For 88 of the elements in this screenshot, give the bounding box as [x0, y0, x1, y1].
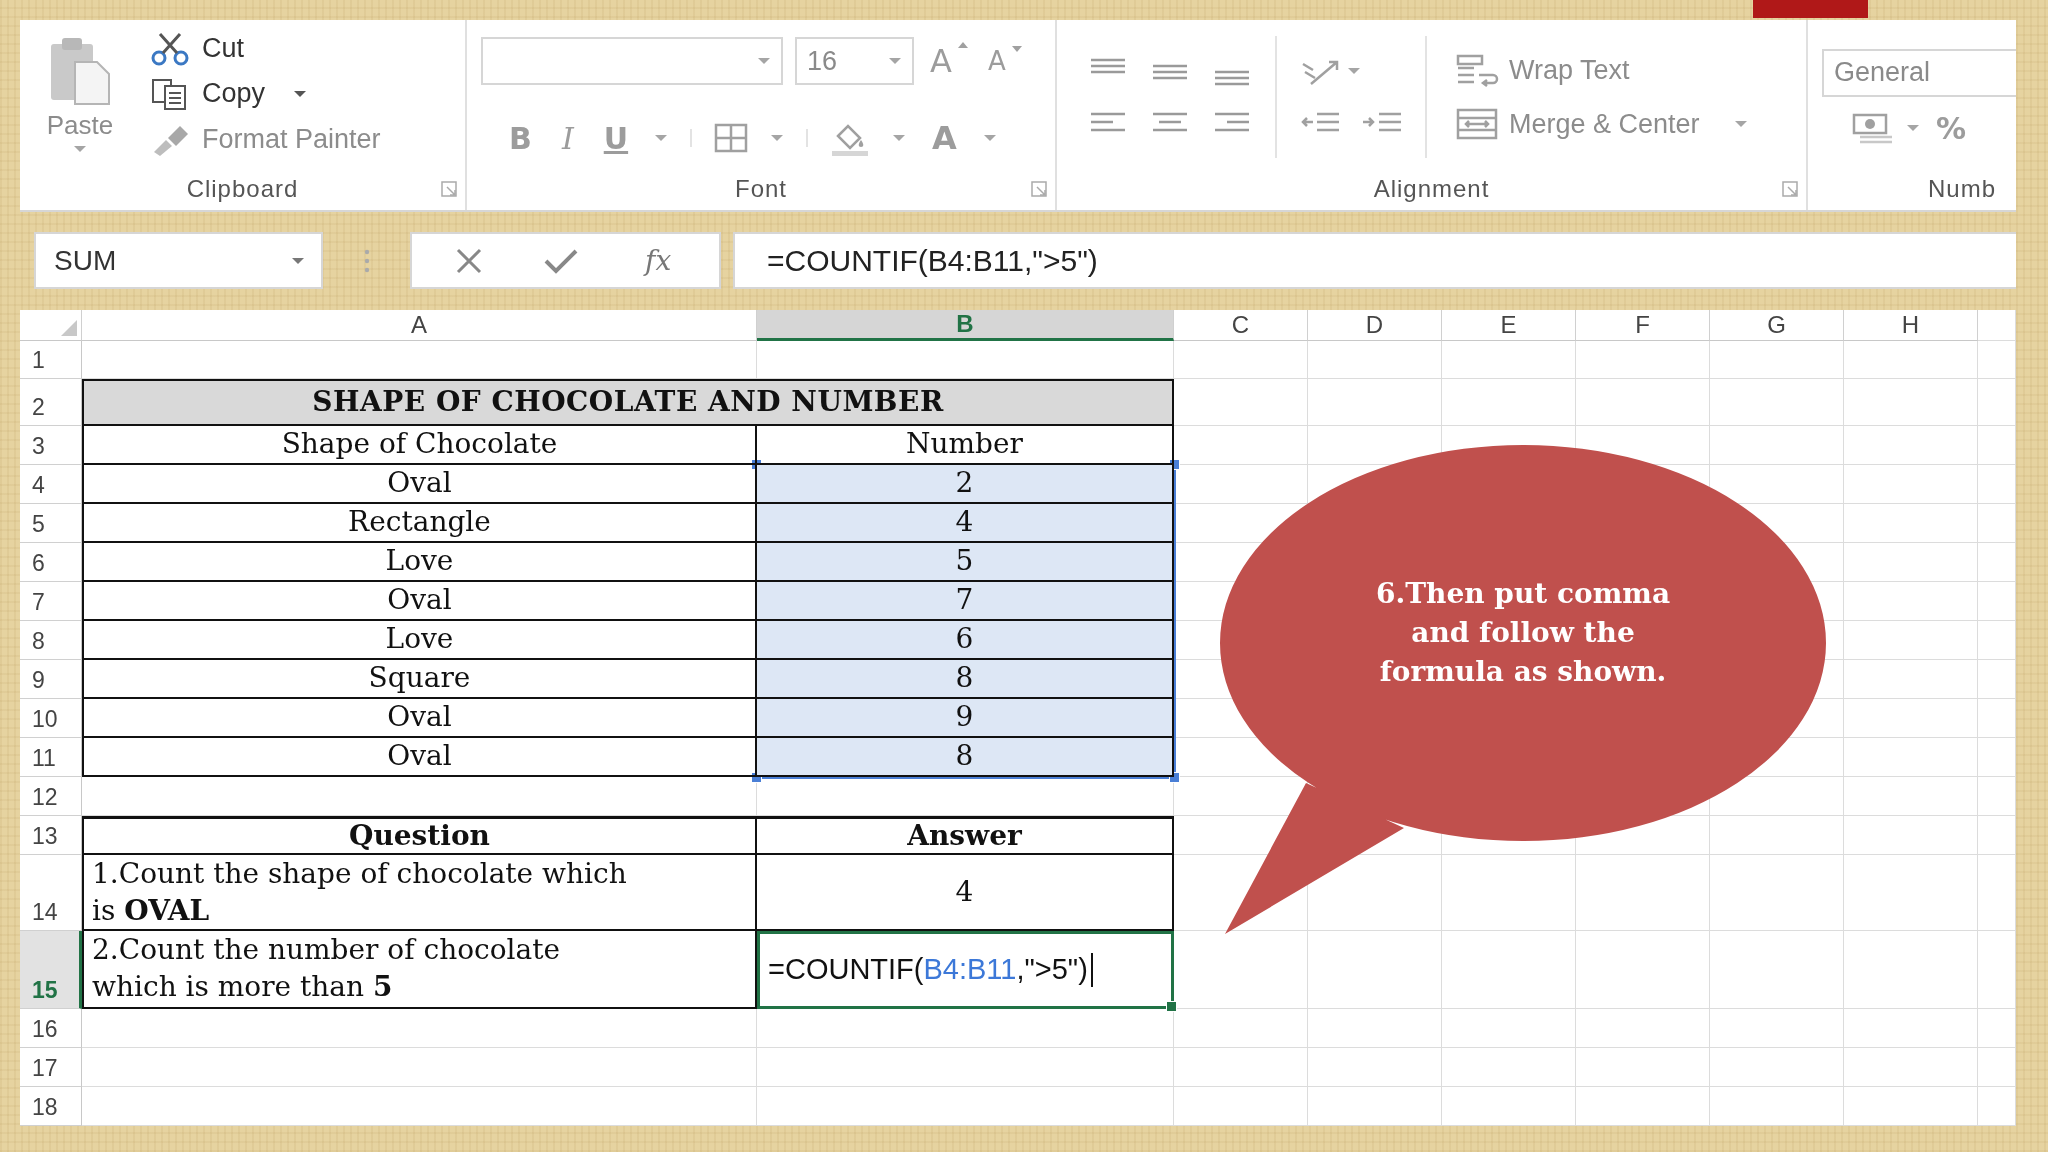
table-cell: 7 [757, 582, 1174, 621]
table-header: Shape of Chocolate [82, 426, 757, 465]
table-cell: 6 [757, 621, 1174, 660]
caret-icon [291, 256, 305, 265]
row-header[interactable]: 18 [20, 1087, 82, 1126]
group-label: Clipboard [186, 175, 299, 203]
caret-icon [293, 90, 308, 98]
group-label: Numb [1928, 175, 1997, 203]
row-header[interactable]: 12 [20, 777, 82, 816]
table-cell: Oval [82, 465, 757, 504]
column-header[interactable]: B [757, 310, 1174, 341]
row-header[interactable]: 5 [20, 504, 82, 543]
column-header[interactable]: H [1844, 310, 1978, 341]
table-cell: 2 [757, 465, 1174, 504]
table-cell: Square [82, 660, 757, 699]
row-header[interactable]: 8 [20, 621, 82, 660]
font-name-field[interactable] [481, 37, 783, 85]
table-cell: Oval [82, 699, 757, 738]
table-cell: 8 [757, 738, 1174, 777]
table-cell: Oval [82, 738, 757, 777]
caret-icon[interactable] [654, 134, 669, 142]
table-cell: 9 [757, 699, 1174, 738]
row-header[interactable]: 4 [20, 465, 82, 504]
column-header[interactable]: C [1174, 310, 1308, 341]
row-header[interactable]: 15 [20, 931, 82, 1009]
caret-icon[interactable] [982, 134, 997, 142]
row-header[interactable]: 13 [20, 816, 82, 855]
insert-function-button[interactable]: fx [639, 243, 678, 278]
more-icon [363, 248, 370, 273]
table-cell: Oval [82, 582, 757, 621]
name-box[interactable]: SUM [34, 232, 323, 289]
caret-icon [73, 145, 87, 153]
table-cell: 2.Count the number of chocolate which is more than 5 [82, 931, 757, 1009]
table-header: Answer [757, 816, 1174, 855]
caret-icon[interactable] [1906, 124, 1920, 132]
table-title: SHAPE OF CHOCOLATE AND NUMBER [82, 379, 1174, 426]
caret-icon [757, 57, 771, 65]
caret-up-icon [957, 42, 968, 48]
row-header[interactable]: 3 [20, 426, 82, 465]
column-header[interactable]: D [1308, 310, 1442, 341]
formula-input[interactable]: =COUNTIF(B4:B11,">5") [757, 931, 1174, 1009]
table-cell: 8 [757, 660, 1174, 699]
formula-field[interactable]: =COUNTIF(B4:B11,">5") [733, 232, 2016, 289]
row-header[interactable]: 11 [20, 738, 82, 777]
caret-icon [1011, 46, 1022, 52]
table-cell: 5 [757, 543, 1174, 582]
table-cell: Love [82, 621, 757, 660]
table-cell: 4 [757, 855, 1174, 931]
table-cell: 1.Count the shape of chocolate which is OVAL [82, 855, 757, 931]
caret-icon [1733, 120, 1748, 128]
column-header[interactable]: A [82, 310, 757, 341]
text-cursor [1090, 953, 1093, 987]
caret-icon[interactable] [892, 134, 907, 142]
dialog-launcher-icon[interactable] [441, 181, 457, 197]
row-header[interactable]: 6 [20, 543, 82, 582]
row-header[interactable]: 17 [20, 1048, 82, 1087]
row-header[interactable]: 10 [20, 699, 82, 738]
selection-outline[interactable] [751, 459, 1180, 783]
table-cell: Rectangle [82, 504, 757, 543]
row-header[interactable]: 1 [20, 341, 82, 379]
group-label: Alignment [1373, 175, 1490, 203]
checkmark-icon[interactable] [543, 247, 580, 274]
column-header[interactable]: F [1576, 310, 1710, 341]
table-header: Question [82, 816, 757, 855]
caret-icon [888, 57, 902, 65]
fill-handle[interactable] [1166, 1001, 1177, 1012]
copy-button[interactable]: Copy [144, 75, 387, 113]
row-header[interactable]: 16 [20, 1009, 82, 1048]
column-header[interactable]: E [1442, 310, 1576, 341]
merge-cells-icon [1455, 107, 1499, 141]
row-header[interactable]: 7 [20, 582, 82, 621]
wrap-text-icon [1455, 53, 1499, 87]
row-header[interactable]: 2 [20, 379, 82, 426]
callout-text: 6.Then put comma and follow the formula as shown. [1374, 576, 1672, 690]
dialog-launcher-icon[interactable] [1782, 181, 1798, 197]
money-icon[interactable] [1852, 111, 1894, 145]
cut-button[interactable]: Cut [144, 29, 387, 68]
row-header[interactable]: 14 [20, 855, 82, 931]
borders-icon[interactable] [714, 123, 749, 153]
table-cell: 4 [757, 504, 1174, 543]
column-header[interactable]: G [1710, 310, 1844, 341]
row-header[interactable]: 9 [20, 660, 82, 699]
dialog-launcher-icon[interactable] [1031, 181, 1047, 197]
caret-icon[interactable] [1347, 67, 1361, 75]
select-all-icon[interactable] [61, 320, 77, 336]
group-label: Font [735, 175, 787, 203]
table-cell: Love [82, 543, 757, 582]
caret-icon[interactable] [770, 134, 785, 142]
